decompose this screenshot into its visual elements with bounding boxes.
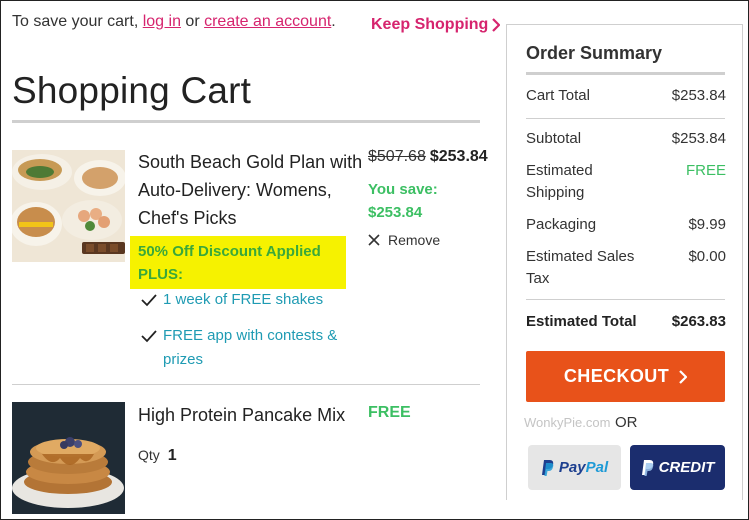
summary-divider [526, 118, 725, 119]
summary-divider [526, 299, 725, 300]
summary-value: $263.83 [671, 313, 726, 330]
paypal-credit-button[interactable]: CREDIT [630, 445, 725, 490]
keep-shopping-label: Keep Shopping [371, 16, 489, 33]
or-label: OR [615, 414, 638, 431]
summary-row-cart-total: Cart Total $253.84 [526, 85, 726, 107]
summary-value: $0.00 [688, 248, 726, 265]
credit-label: CREDIT [658, 459, 715, 476]
sale-price: $253.84 [429, 148, 488, 165]
close-icon [368, 234, 380, 246]
summary-value: $253.84 [671, 87, 726, 104]
order-summary-panel: Order Summary Cart Total $253.84 Subtota… [506, 24, 743, 500]
summary-label: Estimated Total [526, 313, 637, 330]
paypal-icon [641, 460, 653, 476]
discount-text: 50% Off Discount Applied [138, 243, 321, 260]
summary-title-divider [526, 72, 725, 75]
perk-item: FREE app with contests & prizes [141, 324, 366, 372]
checkmark-icon [141, 330, 157, 343]
chevron-right-icon [492, 18, 501, 32]
watermark-text: WonkyPie.com [524, 415, 611, 430]
summary-row-sales-tax: Estimated Sales Tax $0.00 [526, 246, 726, 290]
pancake-stack-photo[interactable] [12, 402, 125, 514]
qty-value: 1 [167, 447, 177, 464]
paypal-label-pay: Pay [558, 459, 586, 476]
summary-label: Cart Total [526, 87, 590, 104]
summary-label: Estimated Sales Tax [526, 248, 635, 287]
paypal-label-pal: Pal [585, 459, 609, 476]
checkmark-icon [141, 294, 157, 307]
create-account-link[interactable]: create an account [204, 13, 331, 30]
order-summary-title: Order Summary [526, 43, 663, 63]
discount-banner: 50% Off Discount Applied PLUS: [130, 236, 346, 289]
keep-shopping-link[interactable]: Keep Shopping [371, 16, 501, 34]
remove-button[interactable]: Remove [368, 232, 440, 248]
chevron-right-icon [679, 369, 688, 384]
item-price: $507.68 $253.84 [368, 148, 496, 166]
summary-row-subtotal: Subtotal $253.84 [526, 128, 726, 150]
savings-info: You save: $253.84 [368, 178, 468, 224]
perk-item: 1 week of FREE shakes [141, 288, 351, 312]
summary-label: Estimated Shipping [526, 162, 593, 201]
summary-value: $9.99 [688, 216, 726, 233]
summary-row-packaging: Packaging $9.99 [526, 214, 726, 236]
remove-label: Remove [388, 232, 441, 248]
item-divider [12, 384, 480, 385]
paypal-label: PayPal [559, 459, 608, 476]
page-title: Shopping Cart [12, 70, 252, 111]
perk-text: 1 week of FREE shakes [163, 291, 324, 308]
checkout-button[interactable]: CHECKOUT [526, 351, 725, 402]
paypal-icon [541, 460, 554, 476]
login-link[interactable]: log in [143, 13, 181, 30]
paypal-button[interactable]: PayPal [528, 445, 621, 490]
summary-row-total: Estimated Total $263.83 [526, 311, 726, 333]
item-name[interactable]: High Protein Pancake Mix [138, 401, 363, 429]
login-prompt: To save your cart, log in or create an a… [12, 10, 342, 34]
item-price: FREE [368, 404, 411, 421]
summary-value: $253.84 [671, 130, 726, 147]
quantity-display: Qty 1 [138, 447, 177, 465]
item-name[interactable]: South Beach Gold Plan with Auto-Delivery… [138, 148, 363, 232]
qty-label: Qty [138, 447, 160, 463]
login-prompt-or: or [180, 13, 205, 30]
original-price: $507.68 [368, 148, 426, 165]
checkout-label: CHECKOUT [563, 366, 670, 386]
perk-text: FREE app with contests & prizes [163, 327, 338, 368]
discount-plus-text: PLUS: [138, 266, 183, 283]
login-prompt-text: To save your cart, [12, 13, 143, 30]
meal-plate-photo[interactable] [12, 150, 125, 262]
savings-label: You save: [368, 181, 438, 198]
summary-label: Subtotal [526, 130, 582, 147]
login-prompt-period: . [331, 13, 336, 30]
title-divider [12, 120, 480, 123]
summary-label: Packaging [526, 216, 597, 233]
savings-amount: $253.84 [368, 204, 423, 221]
summary-row-shipping: Estimated Shipping FREE [526, 160, 726, 204]
summary-value: FREE [685, 162, 726, 179]
